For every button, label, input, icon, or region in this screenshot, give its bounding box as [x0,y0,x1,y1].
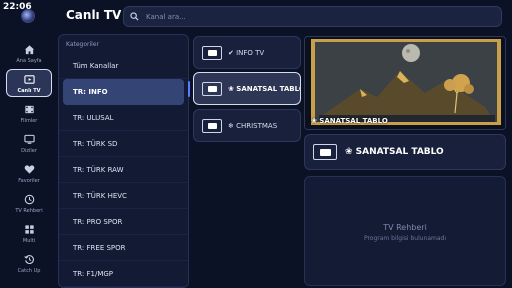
search-bar[interactable] [123,6,502,27]
active-indicator [188,81,190,97]
category-label: Tüm Kanallar [73,61,119,70]
category-label: TR: TÜRK SD [73,139,118,148]
channel-logo-icon [313,144,337,160]
search-icon [130,12,139,21]
rail-item-favorites[interactable]: Favoriler [6,160,52,188]
channel-item[interactable]: ✔ INFO TV [193,36,301,69]
channel-logo-icon [202,118,222,133]
category-item-active[interactable]: TR: INFO [63,79,184,105]
category-header: Kategoriler [66,41,99,48]
now-playing-card[interactable]: ❀ SANATSAL TABLO [304,134,506,170]
category-item[interactable]: Tüm Kanallar [59,53,188,79]
category-label: TR: F1/MGP [73,269,114,278]
rail-item-multi[interactable]: Multi [6,220,52,248]
category-item[interactable]: TR: TÜRK SD [59,131,188,157]
channel-name: ✔ INFO TV [228,48,265,57]
live-tv-icon [23,75,35,84]
tv-guide-panel: TV Rehberi Program bilgisi bulunamadı [304,176,506,286]
channel-name: ❀ SANATSAL TABLO [228,84,300,93]
category-item[interactable]: TR: TÜRK RAW [59,157,188,183]
preview-caption: ❀ SANATSAL TABLO [311,117,388,125]
rail-label: Diziler [21,148,37,154]
tv-guide-title: TV Rehberi [383,223,427,232]
category-panel: Kategoriler Tüm Kanallar TR: INFO TR: UL… [58,34,189,288]
history-icon [23,255,34,264]
category-label: TR: ULUSAL [73,113,114,122]
category-label: TR: INFO [73,88,108,96]
category-item[interactable]: TR: ULUSAL [59,105,188,131]
clock-icon [24,194,34,205]
category-item[interactable]: TR: TÜRK HEVC [59,183,188,209]
monitor-icon [23,134,35,144]
channel-name: ❄ CHRISTMAS [228,121,278,130]
search-input[interactable] [146,12,486,21]
channel-logo-icon [202,81,222,96]
rail-label: Multi [22,238,36,244]
page-title: Canlı TV [66,8,122,22]
rail-item-series[interactable]: Diziler [6,130,52,158]
side-rail: Ana Sayfa Canlı TV Filmler Diziler Favor… [0,34,58,288]
channel-item-active[interactable]: ❀ SANATSAL TABLO [188,72,301,105]
rail-label: Canlı TV [17,88,41,94]
rail-item-live-tv[interactable]: Canlı TV [6,69,52,97]
tv-guide-message: Program bilgisi bulunamadı [363,235,447,242]
now-playing-name: ❀ SANATSAL TABLO [345,147,444,157]
category-label: TR: PRO SPOR [73,217,123,226]
film-icon [24,105,34,114]
channel-logo-icon [202,45,222,60]
rail-label: Favoriler [18,178,40,184]
rail-label: Filmler [20,118,38,124]
rail-item-tv-guide[interactable]: TV Rehberi [6,190,52,218]
rail-label: Catch Up [17,268,41,274]
rail-label: Ana Sayfa [16,58,42,64]
avatar[interactable] [21,9,35,23]
rail-item-catch-up[interactable]: Catch Up [6,250,52,278]
rail-label: TV Rehberi [15,208,43,214]
rail-item-films[interactable]: Filmler [6,100,52,128]
category-label: TR: TÜRK RAW [73,165,124,174]
category-label: TR: TÜRK HEVC [73,191,127,200]
category-item[interactable]: TR: FREE SPOR [59,235,188,261]
category-item[interactable]: TR: PRO SPOR [59,209,188,235]
category-item[interactable]: TR: F1/MGP [59,261,188,287]
rail-item-home[interactable]: Ana Sayfa [6,40,52,68]
category-label: TR: FREE SPOR [73,243,126,252]
home-icon [24,45,34,55]
video-preview[interactable]: ❀ SANATSAL TABLO [304,36,506,130]
grid-icon [24,225,34,234]
channel-item[interactable]: ❄ CHRISTMAS [193,109,301,142]
heart-icon [24,165,34,174]
